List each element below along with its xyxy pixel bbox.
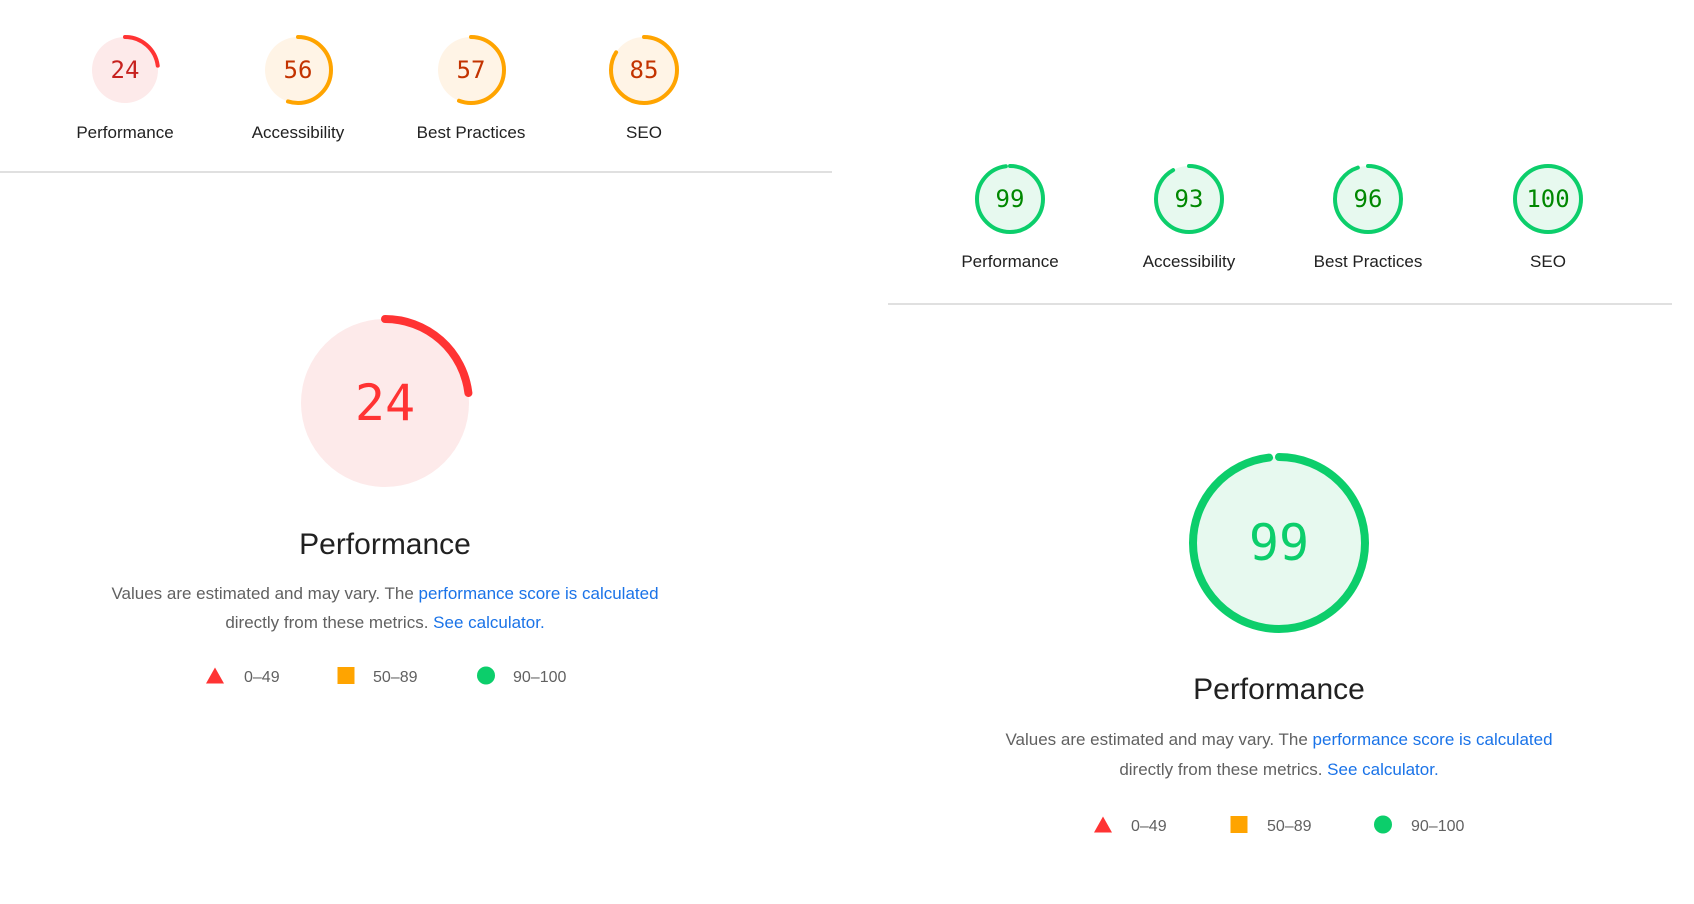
category-gauge-performance[interactable]: 99 bbox=[975, 164, 1045, 234]
divider bbox=[888, 303, 1672, 305]
category-label[interactable]: Best Practices bbox=[1314, 252, 1423, 272]
divider bbox=[0, 171, 832, 173]
description-line-2: directly from these metrics. See calcula… bbox=[1119, 760, 1438, 780]
square-icon bbox=[337, 667, 355, 689]
category-label[interactable]: Accessibility bbox=[252, 123, 345, 143]
legend-range: 50–89 bbox=[373, 669, 418, 686]
performance-score-link[interactable]: performance score is calculated bbox=[1313, 730, 1553, 749]
description-line-2: directly from these metrics. See calcula… bbox=[225, 613, 544, 633]
circle-icon bbox=[1374, 815, 1392, 839]
description-text: directly from these metrics. bbox=[225, 613, 434, 632]
gauge-score: 99 bbox=[995, 185, 1025, 213]
category-gauge-best-practices[interactable]: 57 bbox=[436, 35, 506, 105]
description-text: Values are estimated and may vary. The bbox=[1005, 730, 1313, 749]
description-line-1: Values are estimated and may vary. The p… bbox=[111, 584, 658, 604]
performance-main-gauge: 99 bbox=[1189, 453, 1369, 633]
category-label[interactable]: Best Practices bbox=[417, 123, 526, 143]
legend-range: 90–100 bbox=[513, 669, 567, 686]
category-label[interactable]: Performance bbox=[961, 252, 1058, 272]
triangle-icon bbox=[206, 667, 224, 689]
performance-title: Performance bbox=[299, 528, 471, 561]
performance-score-link[interactable]: performance score is calculated bbox=[419, 584, 659, 603]
category-gauge-accessibility[interactable]: 93 bbox=[1154, 164, 1224, 234]
square-icon bbox=[1230, 816, 1248, 838]
triangle-icon bbox=[1094, 816, 1112, 838]
category-gauge-performance[interactable]: 24 bbox=[90, 35, 160, 105]
category-label[interactable]: Accessibility bbox=[1143, 252, 1236, 272]
see-calculator-link[interactable]: See calculator. bbox=[433, 613, 545, 632]
gauge-score: 96 bbox=[1353, 185, 1383, 213]
gauge-score: 24 bbox=[354, 374, 416, 432]
gauge-score: 93 bbox=[1174, 185, 1204, 213]
legend-range: 0–49 bbox=[1131, 818, 1167, 835]
category-gauge-seo[interactable]: 85 bbox=[609, 35, 679, 105]
category-gauge-seo[interactable]: 100 bbox=[1513, 164, 1583, 234]
gauge-score: 85 bbox=[629, 56, 659, 84]
description-text: Values are estimated and may vary. The bbox=[111, 584, 419, 603]
category-gauge-best-practices[interactable]: 96 bbox=[1333, 164, 1403, 234]
circle-icon bbox=[477, 666, 495, 690]
performance-title: Performance bbox=[1193, 673, 1365, 706]
description-line-1: Values are estimated and may vary. The p… bbox=[1005, 730, 1552, 750]
gauge-score: 100 bbox=[1526, 185, 1570, 213]
legend-range: 0–49 bbox=[244, 669, 280, 686]
category-gauge-accessibility[interactable]: 56 bbox=[263, 35, 333, 105]
gauge-score: 57 bbox=[456, 56, 486, 84]
legend-range: 90–100 bbox=[1411, 818, 1465, 835]
see-calculator-link[interactable]: See calculator. bbox=[1327, 760, 1439, 779]
performance-main-gauge: 24 bbox=[297, 315, 473, 491]
gauge-score: 24 bbox=[110, 56, 140, 84]
description-text: directly from these metrics. bbox=[1119, 760, 1328, 779]
category-label[interactable]: SEO bbox=[1530, 252, 1566, 272]
legend-range: 50–89 bbox=[1267, 818, 1312, 835]
category-label[interactable]: SEO bbox=[626, 123, 662, 143]
gauge-score: 56 bbox=[283, 56, 313, 84]
category-label[interactable]: Performance bbox=[76, 123, 173, 143]
gauge-score: 99 bbox=[1248, 514, 1310, 572]
